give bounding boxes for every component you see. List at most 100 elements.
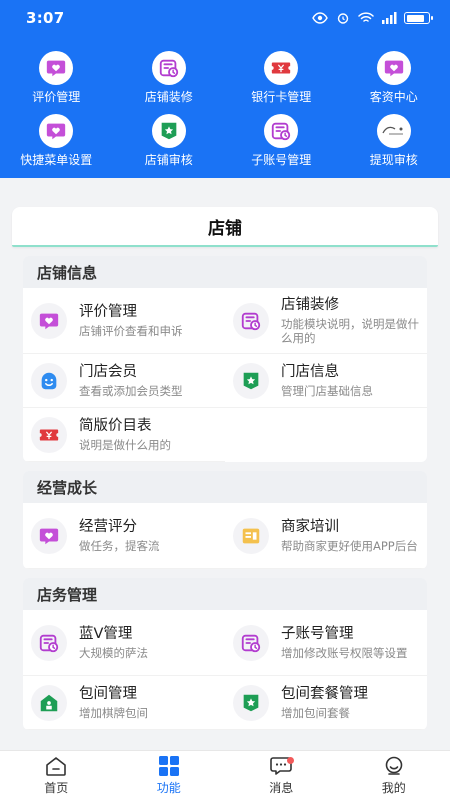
quick-item-bank-card[interactable]: 银行卡管理 (225, 51, 338, 105)
grid-icon (157, 755, 181, 777)
heart-chat-icon (39, 51, 74, 85)
quick-item-withdraw-review[interactable]: 提现审核 (338, 114, 450, 168)
func-desc: 管理门店基础信息 (281, 384, 373, 398)
battery-icon (404, 12, 433, 24)
nav-label: 我的 (381, 781, 406, 795)
func-item-business-score[interactable]: 经营评分 做任务，提客流 (23, 503, 225, 569)
main-content: 店铺 店铺信息 评价管理 店铺评价查看和申诉 店铺装修 功能模块说明，说明是做什… (12, 207, 438, 730)
func-desc: 增加棋牌包间 (79, 706, 148, 720)
func-title: 门店会员 (79, 364, 137, 380)
heart-chat-icon (39, 114, 74, 148)
alarm-icon (337, 13, 349, 24)
nav-mine[interactable]: 我的 (338, 751, 450, 800)
section-title: 店务管理 (37, 585, 98, 604)
nav-messages[interactable]: 消息 (225, 751, 338, 800)
func-title: 子账号管理 (281, 626, 354, 642)
func-desc: 大规模的萨法 (79, 646, 148, 660)
tab-label: 店铺 (208, 218, 242, 239)
section-title: 店铺信息 (37, 263, 98, 282)
func-desc: 说明是做什么用的 (79, 438, 171, 452)
quick-item-sub-account[interactable]: 子账号管理 (225, 114, 338, 168)
signal-icon (382, 12, 397, 24)
quick-label: 提现审核 (369, 153, 418, 167)
func-item-store-info[interactable]: 门店信息 管理门店基础信息 (225, 354, 427, 408)
clock-doc-icon (233, 624, 269, 661)
section-header: 店铺信息 (23, 256, 427, 288)
quick-label: 评价管理 (32, 90, 81, 104)
func-title: 店铺装修 (281, 297, 339, 313)
func-desc: 查看或添加会员类型 (79, 384, 183, 398)
bottom-nav: 首页 功能 消息 我的 (0, 750, 450, 800)
unread-badge (287, 757, 294, 764)
eye-icon (312, 12, 328, 24)
wifi-icon (358, 12, 374, 22)
status-icons (312, 12, 433, 24)
clock-doc-icon (31, 624, 67, 661)
quick-label: 银行卡管理 (251, 90, 312, 104)
clock-doc-icon (151, 51, 186, 85)
star-shield-icon (233, 684, 269, 721)
func-item-sub-account[interactable]: 子账号管理 增加修改账号权限等设置 (225, 610, 427, 676)
training-doc-icon (233, 517, 269, 554)
section-body: 经营评分 做任务，提客流 商家培训 帮助商家更好使用APP后台 (23, 503, 427, 569)
quick-label: 客资中心 (369, 90, 418, 104)
quick-item-customer-center[interactable]: 客资中心 (338, 51, 450, 105)
section-header: 店务管理 (23, 578, 427, 610)
clock-doc-icon (233, 302, 269, 339)
quick-label: 子账号管理 (251, 153, 312, 167)
logo-icon (376, 114, 411, 148)
home-icon (44, 755, 68, 777)
func-title: 商家培训 (281, 519, 339, 535)
func-desc: 做任务，提客流 (79, 539, 160, 553)
quick-menu: 评价管理 店铺装修 银行卡管理 客资中心 快捷菜单设置 店铺审核 子账号管理 提… (0, 36, 450, 168)
func-item-decoration[interactable]: 店铺装修 功能模块说明，说明是做什么用的 (225, 288, 427, 354)
func-title: 简版价目表 (79, 418, 152, 434)
quick-item-shop-review[interactable]: 店铺审核 (113, 114, 226, 168)
func-desc: 增加修改账号权限等设置 (281, 646, 408, 660)
nav-label: 消息 (269, 781, 294, 795)
section-body: 评价管理 店铺评价查看和申诉 店铺装修 功能模块说明，说明是做什么用的 门店会员… (23, 288, 427, 462)
func-desc: 帮助商家更好使用APP后台 (281, 539, 418, 553)
top-header: 3:07 评价管理 店铺装修 银行卡管理 客资中心 快捷菜单设置 店铺审核 子账… (0, 0, 450, 178)
func-desc: 增加包间套餐 (281, 706, 350, 720)
func-desc: 功能模块说明，说明是做什么用的 (281, 317, 419, 345)
func-desc: 店铺评价查看和申诉 (79, 324, 183, 338)
section-store-management: 店务管理 蓝V管理 大规模的萨法 子账号管理 增加修改账号权限等设置 包间管理 … (23, 578, 427, 730)
func-item-merchant-training[interactable]: 商家培训 帮助商家更好使用APP后台 (225, 503, 427, 569)
ticket-icon (31, 416, 67, 453)
nav-label: 功能 (156, 781, 181, 795)
func-title: 评价管理 (79, 304, 137, 320)
func-item-members[interactable]: 门店会员 查看或添加会员类型 (23, 354, 225, 408)
star-shield-icon (151, 114, 186, 148)
status-bar: 3:07 (0, 0, 450, 36)
func-item-price-list[interactable]: 简版价目表 说明是做什么用的 (23, 408, 225, 462)
clock-doc-icon (264, 114, 299, 148)
section-growth: 经营成长 经营评分 做任务，提客流 商家培训 帮助商家更好使用APP后台 (23, 471, 427, 569)
user-face-icon (382, 755, 406, 777)
nav-label: 首页 (44, 781, 69, 795)
heart-chat-icon (376, 51, 411, 85)
quick-item-shortcut-settings[interactable]: 快捷菜单设置 (0, 114, 113, 168)
quick-item-decoration[interactable]: 店铺装修 (113, 51, 226, 105)
func-item-blue-v[interactable]: 蓝V管理 大规模的萨法 (23, 610, 225, 676)
member-face-icon (31, 362, 67, 399)
func-title: 包间套餐管理 (281, 686, 368, 702)
nav-home[interactable]: 首页 (0, 751, 113, 800)
func-item-room-package[interactable]: 包间套餐管理 增加包间套餐 (225, 676, 427, 730)
section-body: 蓝V管理 大规模的萨法 子账号管理 增加修改账号权限等设置 包间管理 增加棋牌包… (23, 610, 427, 730)
section-title: 经营成长 (37, 478, 98, 497)
quick-item-review[interactable]: 评价管理 (0, 51, 113, 105)
tab-shop[interactable]: 店铺 (12, 207, 438, 247)
quick-label: 店铺审核 (144, 153, 193, 167)
func-title: 包间管理 (79, 686, 137, 702)
quick-label: 店铺装修 (144, 90, 193, 104)
star-shield-icon (233, 362, 269, 399)
ticket-icon (264, 51, 299, 85)
func-item-review[interactable]: 评价管理 店铺评价查看和申诉 (23, 288, 225, 354)
quick-label: 快捷菜单设置 (20, 153, 93, 167)
func-item-room[interactable]: 包间管理 增加棋牌包间 (23, 676, 225, 730)
heart-chat-icon (31, 517, 67, 554)
status-time: 3:07 (26, 9, 65, 27)
func-title: 门店信息 (281, 364, 339, 380)
nav-functions[interactable]: 功能 (113, 751, 226, 800)
